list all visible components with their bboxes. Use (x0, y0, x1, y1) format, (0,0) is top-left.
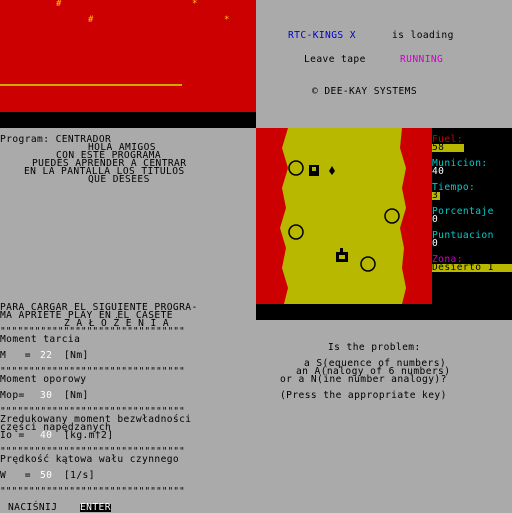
truck-icon (309, 165, 319, 176)
predkosc-label: Prędkość kątowa wału czynnego (0, 454, 180, 465)
enter-key[interactable]: ENTER (80, 503, 111, 512)
io-name: Io = (0, 430, 25, 441)
game-title: RTC-KINGS X (288, 30, 356, 41)
game-screen: Fuel: 58 Municion: 40 Tiempo: 3 Porcenta… (256, 128, 512, 320)
centrador-panel: Program: CENTRADOR HOLA AMIGOS CON ESTE … (0, 128, 256, 304)
mop-value: 30 (40, 390, 53, 401)
w-unit: [1/s] (64, 470, 95, 481)
loading-screen-red: # # * * (0, 0, 256, 128)
star-icon: * (192, 0, 198, 9)
moment-tarcia-label: Moment tarcia (0, 334, 81, 345)
zalozenia-panel: PARA CARGAR EL SIGUIENTE PROGRA- MA APRI… (0, 303, 256, 513)
problem-line-5: (Press the appropriate key) (280, 390, 447, 401)
nacisnij-text: NACIŚNIJ (8, 502, 58, 513)
mop-name: Mop= (0, 390, 25, 401)
io-unit: [kg.m†2] (64, 430, 114, 441)
problem-panel: Is the problem: a S(equence of numbers) … (256, 320, 512, 512)
red-background (0, 0, 256, 112)
w-value: 50 (40, 470, 53, 481)
time-label: Tiempo: (432, 182, 476, 193)
m-name: M = (0, 350, 31, 361)
problem-line-4: or a N(ine number analogy)? (280, 374, 447, 385)
running-text: RUNNING (400, 54, 444, 65)
black-border (0, 112, 256, 128)
moment-oporowy-label: Moment oporowy (0, 374, 87, 385)
problem-line-1: Is the problem: (328, 342, 421, 353)
score-label: Puntuacion (432, 230, 494, 241)
m-value: 22 (40, 350, 53, 361)
zone-value: Desierto 1 (432, 263, 512, 272)
horizon-line (0, 84, 182, 86)
divider: """""""""""""""""""""""""""""""" (0, 486, 185, 497)
m-unit: [Nm] (64, 350, 89, 361)
star-icon: * (224, 15, 230, 25)
road-svg (280, 128, 406, 304)
loader-panel: RTC-KINGS X is loading Leave tape RUNNIN… (256, 0, 512, 128)
ammo-value: 40 (432, 166, 445, 177)
score-value: 0 (432, 238, 439, 249)
star-icon: # (88, 15, 94, 25)
leave-tape-text: Leave tape (304, 54, 366, 65)
percent-value: 0 (432, 214, 439, 225)
is-loading-text: is loading (392, 30, 454, 41)
copyright-text: © DEE-KAY SYSTEMS (312, 86, 417, 97)
game-border (256, 304, 512, 320)
desees-line: QUE DESEES (88, 174, 150, 185)
percent-label: Porcentaje (432, 206, 494, 217)
io-value: 40 (40, 430, 53, 441)
mop-unit: [Nm] (64, 390, 89, 401)
fuel-value: 58 (432, 143, 464, 152)
w-name: W = (0, 470, 31, 481)
status-panel: Fuel: 58 Municion: 40 Tiempo: 3 Porcenta… (432, 128, 512, 304)
time-value: 3 (432, 190, 440, 201)
star-icon: # (56, 0, 62, 9)
